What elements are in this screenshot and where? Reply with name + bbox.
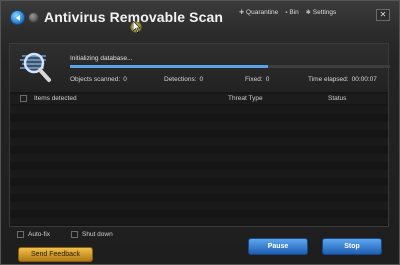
time-elapsed-label: Time elapsed: (308, 76, 349, 83)
fixed-stat: Fixed: 0 (245, 76, 269, 83)
pause-button[interactable]: Pause (248, 238, 308, 255)
bin-link[interactable]: ▪ Bin (285, 9, 299, 16)
stop-button[interactable]: Stop (322, 238, 382, 255)
close-button[interactable]: ✕ (376, 9, 390, 21)
scan-header: Initializing database... Objects scanned… (10, 44, 390, 92)
forward-icon[interactable] (28, 12, 39, 23)
auto-fix-checkbox[interactable] (17, 231, 24, 238)
quarantine-label: Quarantine (246, 9, 279, 16)
scan-progress-fill (70, 65, 269, 68)
scan-progress-bar (70, 65, 390, 68)
column-items-detected[interactable]: Items detected (34, 95, 77, 102)
time-elapsed-stat: Time elapsed: 00:00:07 (308, 76, 377, 83)
scan-panel: Initializing database... Objects scanned… (9, 43, 390, 227)
time-elapsed-value: 00:00:07 (351, 76, 377, 83)
fixed-value: 0 (265, 76, 270, 83)
back-arrow-icon[interactable] (10, 10, 25, 25)
shut-down-checkbox[interactable] (71, 231, 78, 238)
detections-value: 0 (199, 76, 204, 83)
quarantine-link[interactable]: ✚ Quarantine (239, 9, 278, 16)
settings-icon: ✱ (305, 10, 311, 16)
bin-icon: ▪ (285, 9, 288, 16)
settings-link[interactable]: ✱ Settings (306, 9, 337, 16)
shut-down-label: Shut down (82, 231, 113, 238)
objects-scanned-stat: Objects scanned: 0 (70, 76, 127, 83)
select-all-checkbox[interactable] (20, 95, 27, 102)
objects-scanned-label: Objects scanned: (70, 76, 121, 83)
top-links: ✚ Quarantine ▪ Bin ✱ Settings (239, 9, 336, 16)
column-status[interactable]: Status (328, 95, 346, 102)
detections-label: Detections: (164, 76, 197, 83)
magnifier-icon (20, 52, 51, 82)
quarantine-icon: ✚ (239, 10, 245, 16)
settings-label: Settings (312, 9, 337, 16)
app-window: Antivirus Removable Scan ✚ Quarantine ▪ … (0, 0, 400, 265)
auto-fix-label: Auto-fix (28, 231, 51, 238)
scan-status-text: Initializing database... (70, 55, 133, 62)
bin-label: Bin (289, 9, 299, 16)
shut-down-option[interactable]: Shut down (71, 231, 113, 238)
objects-scanned-value: 0 (123, 76, 127, 83)
results-table-header: Items detected Threat Type Status (10, 94, 388, 104)
detections-stat: Detections: 0 (164, 76, 203, 83)
auto-fix-option[interactable]: Auto-fix (17, 231, 50, 238)
title-bar: Antivirus Removable Scan ✚ Quarantine ▪ … (1, 1, 399, 33)
column-threat-type[interactable]: Threat Type (228, 95, 263, 102)
fixed-label: Fixed: (245, 76, 263, 83)
results-table-body[interactable] (10, 106, 388, 224)
mouse-cursor-icon (130, 21, 142, 33)
send-feedback-button[interactable]: Send Feedback (18, 247, 93, 262)
